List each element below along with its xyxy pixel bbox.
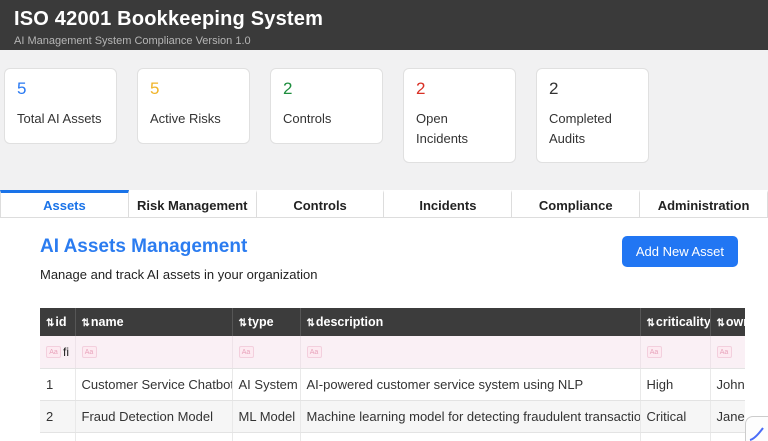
assets-table-wrap: ⇅id ⇅name ⇅type ⇅description ⇅criticalit… [40, 308, 745, 441]
app-header: ISO 42001 Bookkeeping System AI Manageme… [0, 0, 768, 50]
cell-owner: Jane [710, 401, 745, 433]
stat-value: 5 [150, 79, 237, 99]
cell-owner: John [710, 369, 745, 401]
stat-value: 2 [416, 79, 503, 99]
sort-icon: ⇅ [46, 318, 54, 329]
filter-input-icon[interactable]: Aa [46, 346, 61, 358]
cell-description: Customer interaction data for training A… [300, 433, 640, 441]
tab-administration[interactable]: Administration [640, 190, 768, 218]
table-header-row: ⇅id ⇅name ⇅type ⇅description ⇅criticalit… [40, 308, 745, 336]
filter-value-id: fi [63, 345, 69, 359]
sort-icon: ⇅ [307, 318, 315, 329]
cell-type: ML Model [232, 401, 300, 433]
filter-cell-description[interactable]: Aa [300, 336, 640, 369]
filter-input-icon[interactable]: Aa [239, 346, 254, 358]
column-header-id[interactable]: ⇅id [40, 308, 75, 336]
cell-criticality: Medium [640, 433, 710, 441]
table-row: 1 Customer Service Chatbot AI System AI-… [40, 369, 745, 401]
cell-criticality: High [640, 369, 710, 401]
sort-icon: ⇅ [717, 318, 725, 329]
page-title: AI Assets Management [40, 236, 318, 258]
cell-id: 1 [40, 369, 75, 401]
filter-input-icon[interactable]: Aa [82, 346, 97, 358]
table-row: 2 Fraud Detection Model ML Model Machine… [40, 401, 745, 433]
page-description: Manage and track AI assets in your organ… [40, 267, 318, 282]
sort-icon: ⇅ [239, 318, 247, 329]
app-title: ISO 42001 Bookkeeping System [14, 8, 754, 31]
column-header-name[interactable]: ⇅name [75, 308, 232, 336]
cell-description: Machine learning model for detecting fra… [300, 401, 640, 433]
stat-value: 5 [17, 79, 104, 99]
cell-type: AI System [232, 369, 300, 401]
filter-cell-criticality[interactable]: Aa [640, 336, 710, 369]
column-header-type[interactable]: ⇅type [232, 308, 300, 336]
tab-compliance[interactable]: Compliance [512, 190, 640, 218]
tab-incidents[interactable]: Incidents [384, 190, 512, 218]
stat-card-total-ai-assets: 5 Total AI Assets [4, 68, 117, 144]
cell-name: Fraud Detection Model [75, 401, 232, 433]
column-header-owner[interactable]: ⇅owner [710, 308, 745, 336]
stat-label: Total AI Assets [17, 109, 104, 129]
filter-cell-type[interactable]: Aa [232, 336, 300, 369]
stat-label: Controls [283, 109, 370, 129]
stat-card-completed-audits: 2 Completed Audits [536, 68, 649, 163]
column-header-description[interactable]: ⇅description [300, 308, 640, 336]
stat-card-controls: 2 Controls [270, 68, 383, 144]
app-subtitle: AI Management System Compliance Version … [14, 35, 754, 47]
sort-icon: ⇅ [82, 318, 90, 329]
tab-assets[interactable]: Assets [0, 190, 129, 218]
stat-label: Open Incidents [416, 109, 503, 148]
tab-risk-management[interactable]: Risk Management [129, 190, 257, 218]
cell-criticality: Critical [640, 401, 710, 433]
cell-name: Training Dataset [75, 433, 232, 441]
tab-controls[interactable]: Controls [257, 190, 385, 218]
cell-name: Customer Service Chatbot [75, 369, 232, 401]
filter-cell-name[interactable]: Aa [75, 336, 232, 369]
stat-label: Active Risks [150, 109, 237, 129]
filter-cell-id[interactable]: Aafi [40, 336, 75, 369]
cell-id: 2 [40, 401, 75, 433]
filter-input-icon[interactable]: Aa [647, 346, 662, 358]
filter-cell-owner[interactable]: Aa [710, 336, 745, 369]
table-row: 3 Training Dataset Dataset Customer inte… [40, 433, 745, 441]
pencil-icon [749, 427, 765, 441]
add-new-asset-button[interactable]: Add New Asset [622, 236, 738, 267]
main-tabs: Assets Risk Management Controls Incident… [0, 190, 768, 218]
cell-type: Dataset [232, 433, 300, 441]
cell-description: AI-powered customer service system using… [300, 369, 640, 401]
assets-panel: AI Assets Management Manage and track AI… [0, 218, 768, 441]
assets-table: ⇅id ⇅name ⇅type ⇅description ⇅criticalit… [40, 308, 745, 441]
filter-input-icon[interactable]: Aa [717, 346, 732, 358]
sort-icon: ⇅ [647, 318, 655, 329]
stat-value: 2 [549, 79, 636, 99]
stats-row: 5 Total AI Assets 5 Active Risks 2 Contr… [0, 50, 768, 163]
column-header-criticality[interactable]: ⇅criticality [640, 308, 710, 336]
filter-input-icon[interactable]: Aa [307, 346, 322, 358]
section-header: AI Assets Management Manage and track AI… [0, 236, 768, 282]
corner-widget[interactable] [745, 416, 768, 441]
stat-card-active-risks: 5 Active Risks [137, 68, 250, 144]
stat-card-open-incidents: 2 Open Incidents [403, 68, 516, 163]
stat-label: Completed Audits [549, 109, 636, 148]
cell-owner: Data [710, 433, 745, 441]
filter-row: Aafi Aa Aa Aa Aa Aa [40, 336, 745, 369]
cell-id: 3 [40, 433, 75, 441]
stat-value: 2 [283, 79, 370, 99]
